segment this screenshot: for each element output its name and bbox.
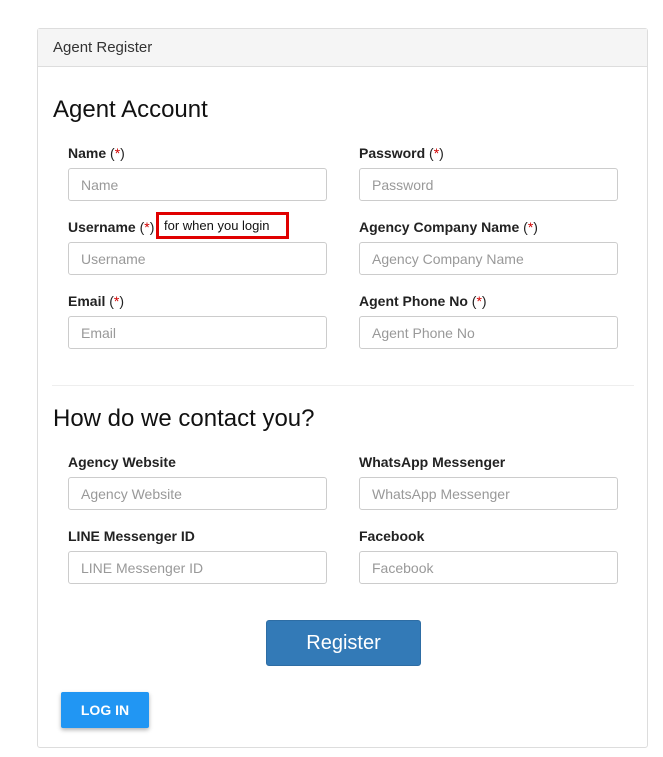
register-button[interactable]: Register [266, 620, 421, 666]
contact-section-heading: How do we contact you? [53, 405, 315, 432]
panel-title: Agent Register [38, 29, 647, 67]
facebook-input[interactable] [359, 551, 618, 584]
email-label: Email (*) [68, 293, 125, 309]
website-input[interactable] [68, 477, 327, 510]
username-label: Username (*) [68, 219, 155, 235]
agency-company-label: Agency Company Name (*) [359, 219, 538, 235]
username-note: for when you login [156, 212, 289, 239]
register-panel: Agent Register Agent Account Name (*) Pa… [37, 28, 648, 748]
phone-input[interactable] [359, 316, 618, 349]
facebook-label: Facebook [359, 528, 425, 544]
section-divider [52, 385, 634, 386]
login-button[interactable]: LOG IN [61, 692, 149, 728]
line-label: LINE Messenger ID [68, 528, 195, 544]
account-section-heading: Agent Account [53, 96, 208, 123]
email-input[interactable] [68, 316, 327, 349]
username-input[interactable] [68, 242, 327, 275]
agency-company-input[interactable] [359, 242, 618, 275]
phone-label: Agent Phone No (*) [359, 293, 487, 309]
website-label: Agency Website [68, 454, 176, 470]
name-input[interactable] [68, 168, 327, 201]
whatsapp-label: WhatsApp Messenger [359, 454, 506, 470]
password-label: Password (*) [359, 145, 444, 161]
name-label: Name (*) [68, 145, 125, 161]
line-input[interactable] [68, 551, 327, 584]
whatsapp-input[interactable] [359, 477, 618, 510]
password-input[interactable] [359, 168, 618, 201]
